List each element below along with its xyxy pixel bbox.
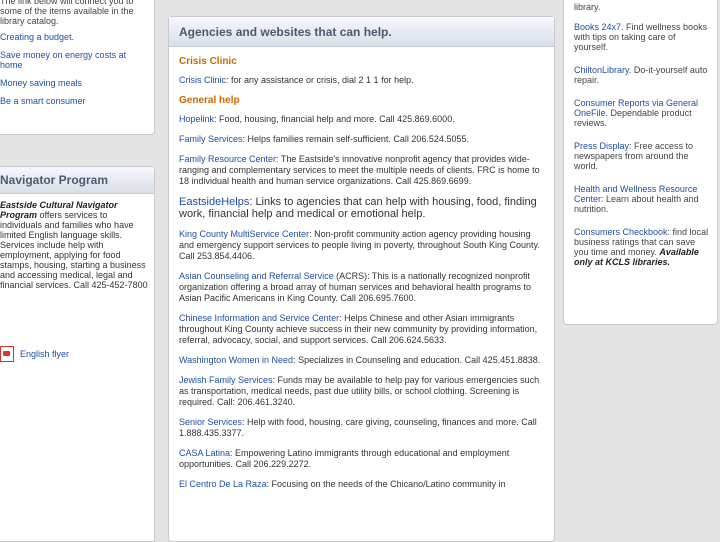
agency-link[interactable]: Jewish Family Services — [179, 375, 273, 385]
resource-item: ChiltonLibrary. Do-it-yourself auto repa… — [574, 65, 709, 85]
link-smart-consumer[interactable]: Be a smart consumer — [0, 96, 86, 106]
online-resources-panel: library. Books 24x7. Find wellness books… — [563, 0, 718, 325]
resource-item: Books 24x7. Find wellness books with tip… — [574, 22, 709, 52]
resource-item: Press Display: Free access to newspapers… — [574, 141, 709, 171]
navigator-description-text: offers services to individuals and famil… — [0, 210, 148, 290]
resource-item: Health and Wellness Resource Center: Lea… — [574, 184, 709, 214]
agency-entry: Family Resource Center: The Eastside's i… — [179, 154, 544, 187]
agency-link[interactable]: El Centro De La Raza — [179, 479, 267, 489]
navigator-program-heading: Navigator Program — [0, 167, 154, 194]
agency-entry: EastsideHelps: Links to agencies that ca… — [179, 196, 544, 220]
section-heading: Crisis Clinic — [179, 56, 237, 67]
english-flyer-link[interactable]: English flyer — [20, 349, 69, 359]
resource-link[interactable]: Books 24x7 — [574, 22, 621, 32]
pdf-icon — [0, 346, 14, 362]
catalog-links-panel: The link below will connect you to some … — [0, 0, 155, 135]
navigator-description: Eastside Cultural Navigator Program offe… — [0, 200, 148, 290]
agency-link[interactable]: Senior Services — [179, 417, 242, 427]
agency-description: : Food, housing, financial help and more… — [214, 114, 455, 124]
agency-entry: Asian Counseling and Referral Service (A… — [179, 271, 544, 304]
agency-description: : for any assistance or crisis, dial 2 1… — [226, 75, 414, 85]
agency-link[interactable]: Family Resource Center — [179, 154, 276, 164]
agency-entry: Senior Services: Help with food, housing… — [179, 417, 544, 439]
agency-link[interactable]: Washington Women in Need — [179, 355, 293, 365]
agency-link[interactable]: CASA Latina — [179, 448, 230, 458]
section-heading: General help — [179, 95, 240, 106]
right-top-text: library. — [574, 2, 601, 12]
agency-entry: King County MultiService Center: Non-pro… — [179, 229, 544, 262]
link-save-energy[interactable]: Save money on energy costs at home — [0, 50, 126, 70]
english-flyer-row: English flyer — [0, 346, 148, 362]
agency-entry: Washington Women in Need: Specializes in… — [179, 355, 544, 366]
left-column: The link below will connect you to some … — [0, 0, 160, 542]
resource-link[interactable]: Press Display — [574, 141, 629, 151]
agency-entry: El Centro De La Raza: Focusing on the ne… — [179, 479, 544, 490]
agency-link[interactable]: Hopelink — [179, 114, 214, 124]
agency-entry: CASA Latina: Empowering Latino immigrant… — [179, 448, 544, 470]
agency-link[interactable]: Crisis Clinic — [179, 75, 226, 85]
navigator-program-panel: Navigator Program Eastside Cultural Navi… — [0, 166, 155, 542]
agency-entry: Hopelink: Food, housing, financial help … — [179, 114, 544, 125]
resource-link[interactable]: Consumers Checkbook — [574, 227, 668, 237]
agency-link[interactable]: Family Services — [179, 134, 243, 144]
agency-entry: Chinese Information and Service Center: … — [179, 313, 544, 346]
agency-entry: Family Services: Helps families remain s… — [179, 134, 544, 145]
agency-link[interactable]: Asian Counseling and Referral Service — [179, 271, 334, 281]
agency-description: : Specializes in Counseling and educatio… — [293, 355, 541, 365]
catalog-intro-text: The link below will connect you to some … — [0, 0, 134, 26]
resource-item: Consumer Reports via General OneFile. De… — [574, 98, 709, 128]
agencies-panel: Agencies and websites that can help. Cri… — [168, 16, 555, 542]
resource-link[interactable]: ChiltonLibrary — [574, 65, 629, 75]
agency-link[interactable]: Chinese Information and Service Center — [179, 313, 339, 323]
agency-description: : Focusing on the needs of the Chicano/L… — [266, 479, 506, 489]
agency-link[interactable]: King County MultiService Center — [179, 229, 309, 239]
resource-item: Consumers Checkbook: find local business… — [574, 227, 709, 267]
agencies-heading: Agencies and websites that can help. — [169, 17, 554, 47]
agency-description: : Helps families remain self-sufficient.… — [242, 134, 469, 144]
link-creating-budget[interactable]: Creating a budget. — [0, 32, 74, 42]
agency-link[interactable]: EastsideHelps — [179, 196, 249, 208]
agencies-list: Crisis Clinic Crisis Clinic: for any assi… — [169, 47, 554, 490]
agency-entry: Crisis Clinic: for any assistance or cri… — [179, 75, 544, 86]
link-money-saving-meals[interactable]: Money saving meals — [0, 78, 82, 88]
agency-entry: Jewish Family Services: Funds may be ava… — [179, 375, 544, 408]
